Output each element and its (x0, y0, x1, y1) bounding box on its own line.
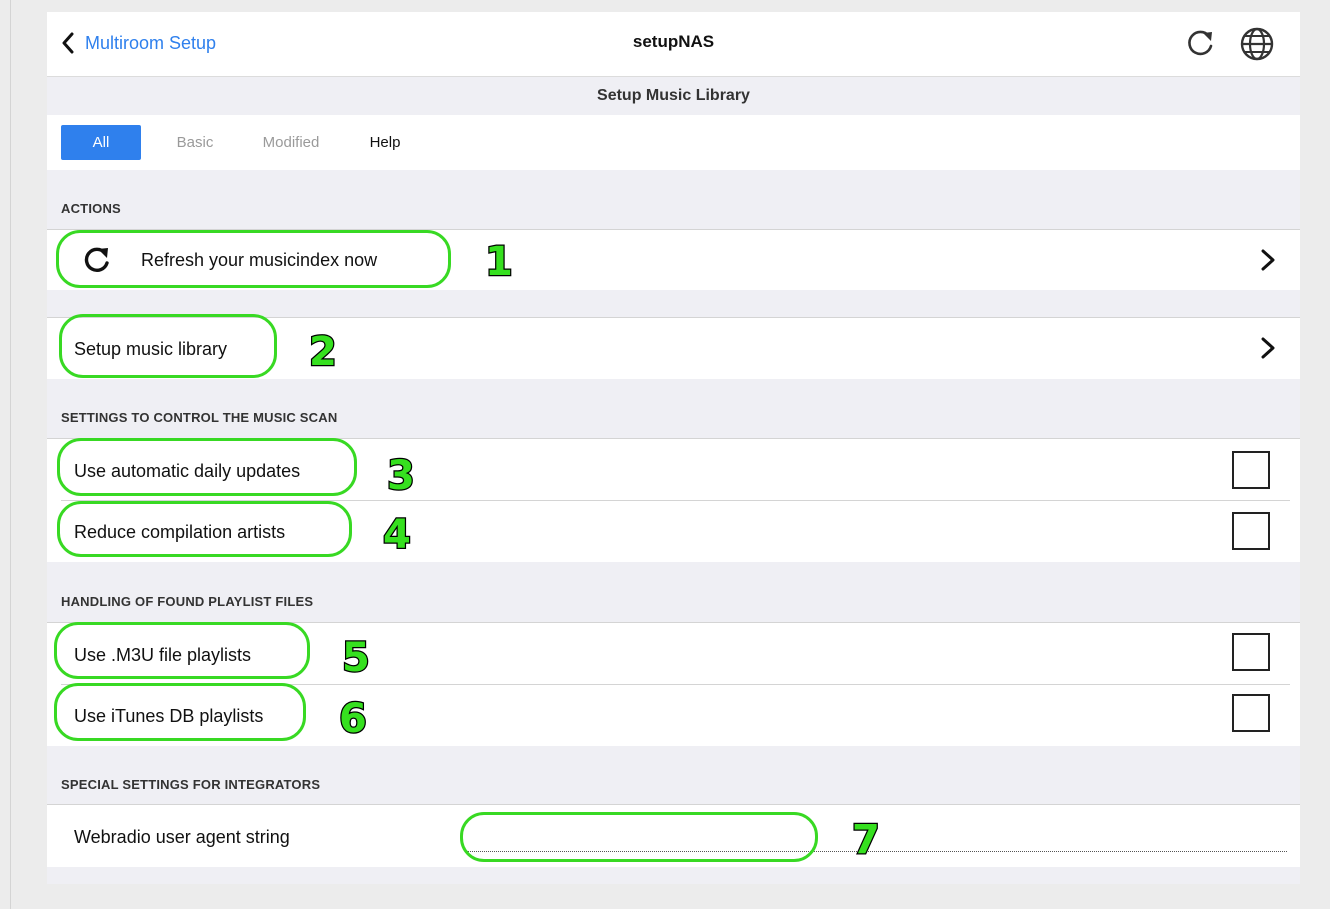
filter-tabs: All Basic Modified Help (47, 115, 1300, 170)
tab-help[interactable]: Help (351, 125, 419, 160)
reduce-compilation-label: Reduce compilation artists (74, 522, 286, 542)
section-header-integrators: SPECIAL SETTINGS FOR INTEGRATORS (61, 777, 321, 792)
auto-updates-label: Use automatic daily updates (74, 461, 301, 481)
refresh-musicindex-row[interactable]: Refresh your musicindex now (47, 229, 1300, 290)
auto-updates-checkbox[interactable] (1232, 451, 1270, 489)
user-agent-row: Webradio user agent string (47, 804, 1300, 867)
m3u-playlists-checkbox[interactable] (1232, 633, 1270, 671)
user-agent-label: Webradio user agent string (74, 827, 290, 847)
m3u-playlists-label: Use .M3U file playlists (74, 645, 252, 665)
section-header-playlists: HANDLING OF FOUND PLAYLIST FILES (61, 594, 314, 609)
playlist-settings-group: Use .M3U file playlists Use iTunes DB pl… (47, 622, 1300, 746)
tab-all[interactable]: All (61, 125, 141, 160)
page-subtitle: Setup Music Library (47, 77, 1300, 115)
window-frame-edge (0, 0, 11, 909)
itunes-playlists-checkbox[interactable] (1232, 694, 1270, 732)
row-divider (61, 684, 1290, 685)
refresh-icon[interactable] (1183, 26, 1217, 60)
setup-music-library-row[interactable]: Setup music library (47, 317, 1300, 379)
tab-basic[interactable]: Basic (159, 125, 231, 160)
setup-music-library-label: Setup music library (74, 339, 228, 359)
refresh-icon (84, 247, 109, 272)
section-header-music-scan: SETTINGS TO CONTROL THE MUSIC SCAN (61, 410, 338, 425)
chevron-right-icon (1261, 337, 1275, 359)
itunes-playlists-label: Use iTunes DB playlists (74, 706, 264, 726)
tab-modified[interactable]: Modified (249, 125, 333, 160)
user-agent-input[interactable] (467, 825, 1287, 852)
section-header-actions: ACTIONS (61, 201, 121, 216)
reduce-compilation-checkbox[interactable] (1232, 512, 1270, 550)
top-bar: Multiroom Setup setupNAS (47, 12, 1300, 77)
refresh-musicindex-label: Refresh your musicindex now (141, 250, 378, 270)
row-divider (61, 500, 1290, 501)
scan-settings-group: Use automatic daily updates Reduce compi… (47, 438, 1300, 562)
settings-panel: Multiroom Setup setupNAS Setup Music Lib… (47, 12, 1300, 884)
page-title: setupNAS (632, 32, 715, 51)
chevron-right-icon (1261, 249, 1275, 271)
globe-icon[interactable] (1239, 26, 1275, 62)
